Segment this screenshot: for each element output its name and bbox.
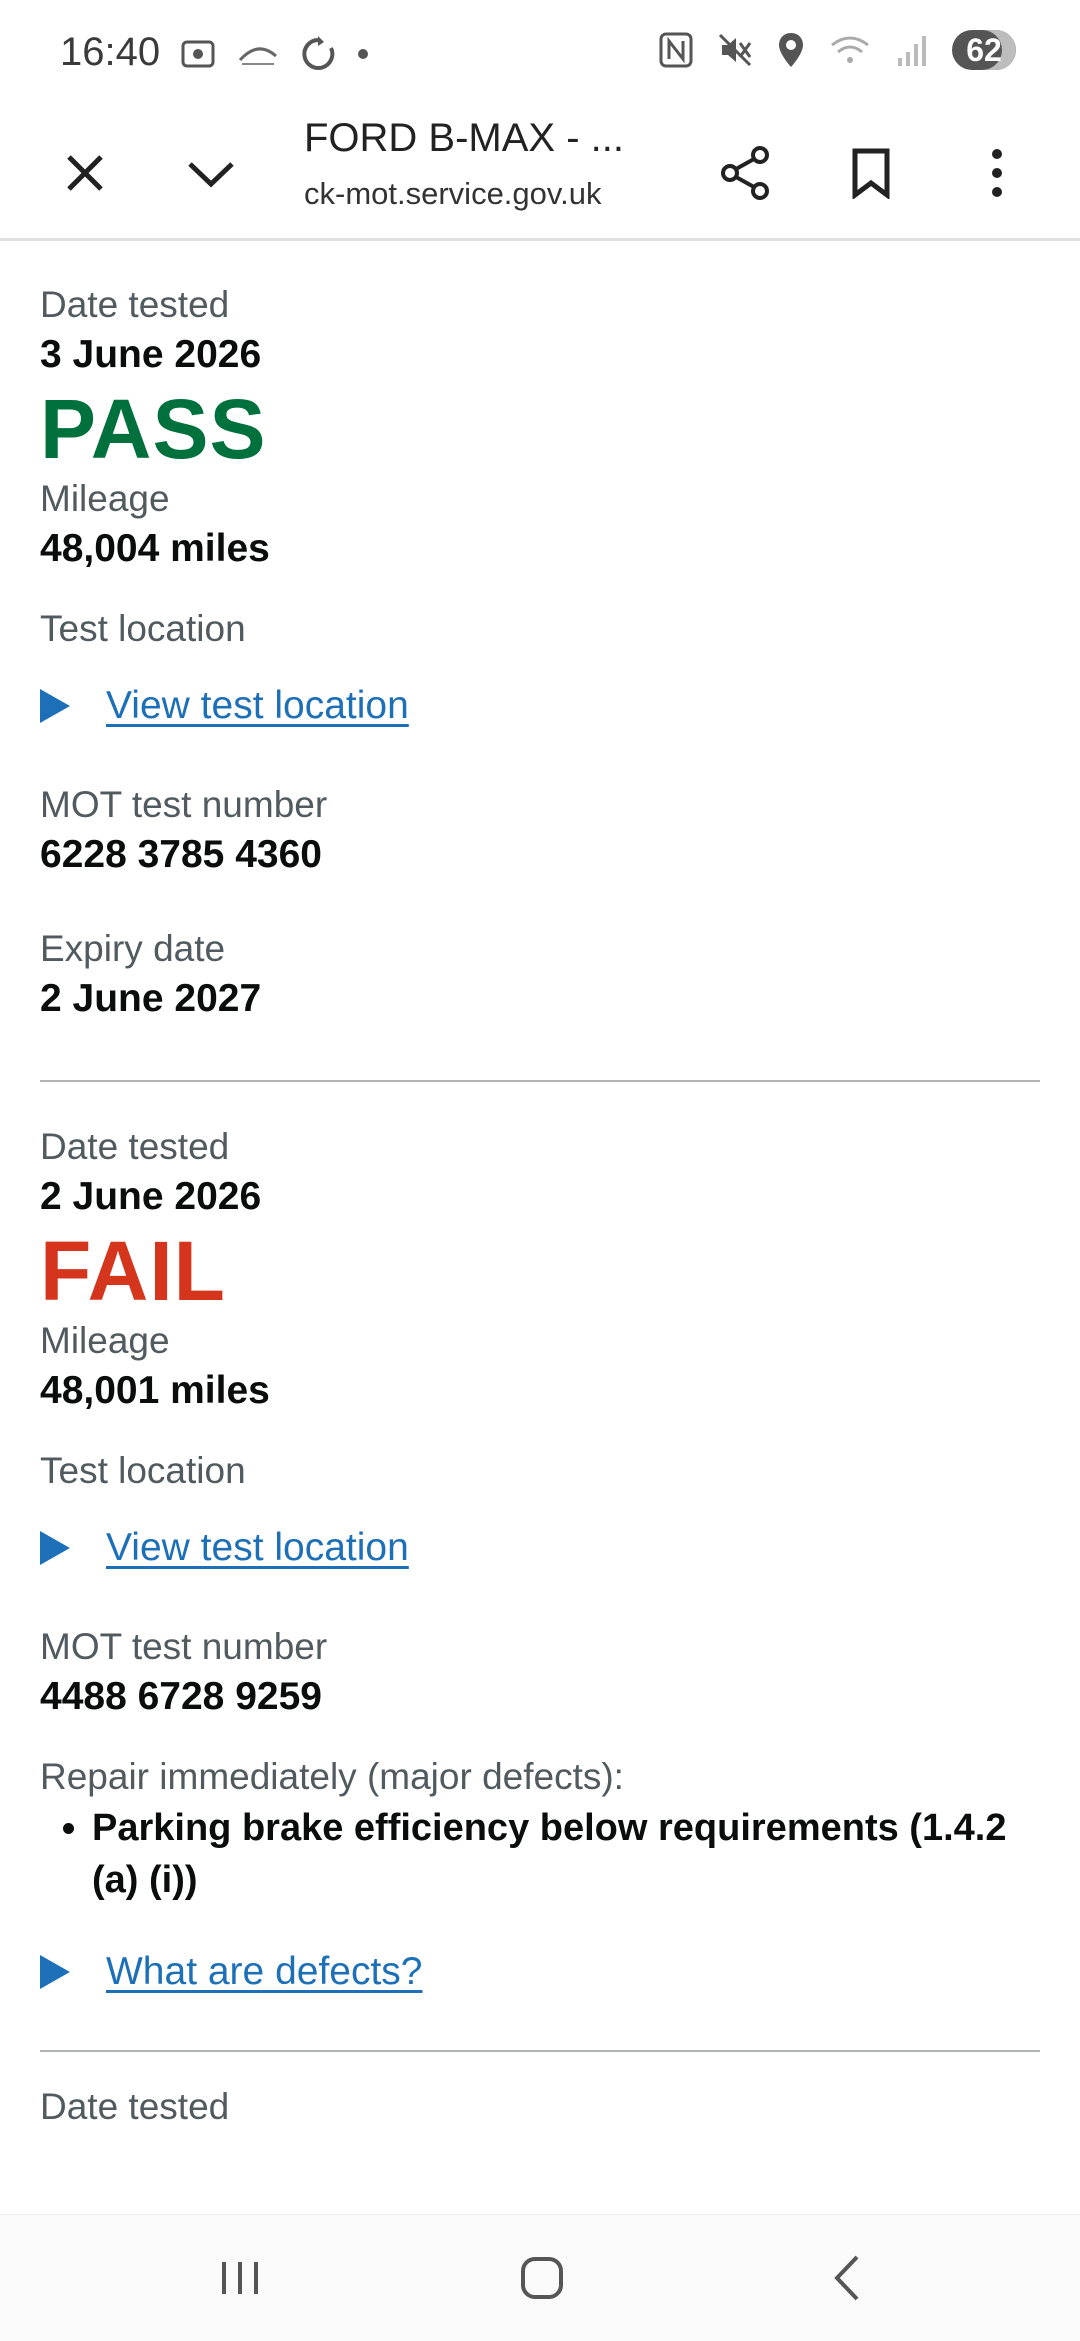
result-badge: FAIL [40,1224,226,1318]
close-tab-button[interactable] [50,138,120,208]
expiry-date-value: 2 June 2027 [40,977,262,1020]
mileage-value: 48,001 miles [40,1369,270,1412]
major-defects-label: Repair immediately (major defects): [40,1756,624,1797]
view-test-location-toggle[interactable]: View test location [40,676,1040,736]
location-icon [779,33,803,67]
mot-test-number-label: MOT test number [40,784,328,825]
mot-history: Date tested 3 June 2026 PASS Mileage 48,… [40,240,1040,2132]
result-badge: PASS [40,382,267,476]
view-test-location-toggle[interactable]: View test location [40,1518,1040,1578]
bookmark-button[interactable] [836,138,906,208]
status-time: 16:40 [60,30,161,74]
home-icon [521,2257,563,2299]
system-navigation-bar [0,2214,1080,2341]
expand-triangle-icon [40,1955,70,1989]
mot-test-record: Date tested 2 June 2026 FAIL Mileage 48,… [40,1082,1040,2002]
mute-icon [718,33,752,67]
browser-toolbar: FORD B-MAX - ... ck-mot.service.gov.uk [0,108,1080,241]
nfc-icon [659,32,693,68]
battery-indicator: 62 [952,30,1016,70]
view-test-location-link[interactable]: View test location [106,1526,409,1570]
notification-icons [178,34,370,74]
mot-test-record: Date tested 3 June 2026 PASS Mileage 48,… [40,240,1040,1024]
more-options-button[interactable] [962,138,1032,208]
back-icon [834,2255,859,2301]
minimize-button[interactable] [176,138,246,208]
more-vertical-icon [992,149,1002,197]
mileage-label: Mileage [40,478,170,519]
screenshot-icon [181,40,215,68]
chevron-down-icon [188,162,234,188]
date-tested-label: Date tested [40,1126,230,1167]
mileage-value: 48,004 miles [40,527,270,570]
date-tested-value: 2 June 2026 [40,1175,262,1218]
sync-icon [302,36,335,70]
view-test-location-link[interactable]: View test location [106,684,409,728]
status-bar: 16:40 62 [0,0,1080,108]
page-url[interactable]: ck-mot.service.gov.uk [304,176,601,212]
date-tested-value: 3 June 2026 [40,333,262,376]
dot-icon [358,49,368,59]
share-button[interactable] [710,138,780,208]
what-are-defects-link[interactable]: What are defects? [106,1950,423,1994]
close-icon [67,155,103,191]
mot-test-number-value: 6228 3785 4360 [40,833,322,876]
defect-item: Parking brake efficiency below requireme… [92,1802,1040,1906]
recent-apps-button[interactable] [200,2245,280,2311]
home-button[interactable] [502,2245,582,2311]
recent-apps-icon [222,2262,258,2294]
mileage-label: Mileage [40,1320,170,1361]
mot-test-number-value: 4488 6728 9259 [40,1675,322,1718]
test-location-label: Test location [40,608,246,649]
system-icons: 62 [658,30,1016,70]
back-button[interactable] [806,2245,886,2311]
what-are-defects-toggle[interactable]: What are defects? [40,1942,1040,2002]
expiry-date-label: Expiry date [40,928,226,969]
date-tested-label-partial: Date tested [40,2086,230,2127]
wifi-icon [831,36,869,63]
signal-icon [898,36,926,66]
defects-list: Parking brake efficiency below requireme… [40,1802,1040,1906]
test-location-label: Test location [40,1450,246,1491]
app-logo-icon [238,47,277,65]
expand-triangle-icon [40,689,70,723]
date-tested-label: Date tested [40,284,230,325]
expand-triangle-icon [40,1531,70,1565]
page-title[interactable]: FORD B-MAX - ... [304,116,624,161]
share-icon [721,146,769,200]
bookmark-icon [852,148,890,199]
mot-test-number-label: MOT test number [40,1626,328,1667]
